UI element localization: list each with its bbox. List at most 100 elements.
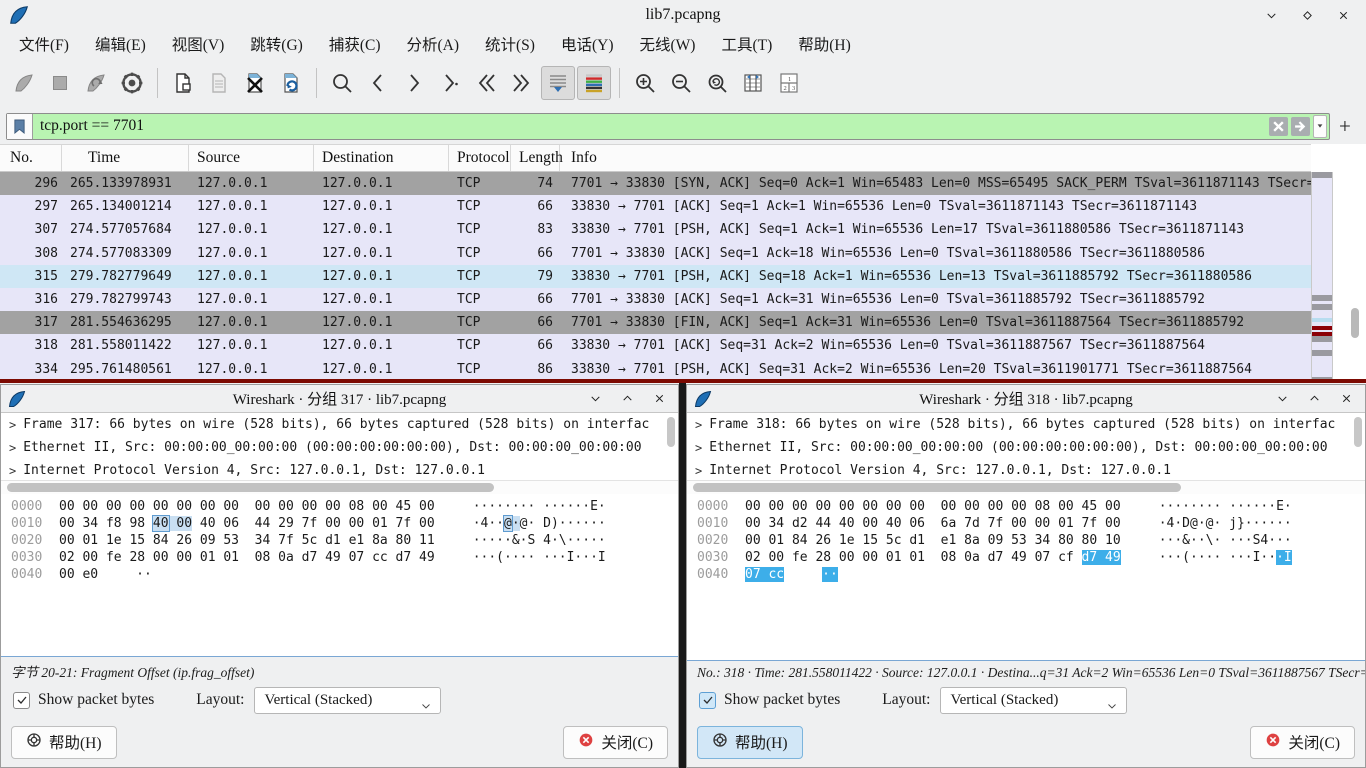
column-header-length[interactable]: Length [511,145,560,171]
tree-row[interactable]: >Frame 317: 66 bytes on wire (528 bits),… [1,413,678,436]
close-button[interactable] [1339,392,1353,406]
menu-item[interactable]: 文件(F) [6,30,82,58]
menu-item[interactable]: 工具(T) [708,30,785,58]
packet-list-header[interactable]: No.TimeSourceDestinationProtocolLengthIn… [0,144,1311,172]
capture-options-button[interactable] [115,66,149,100]
tree-horizontal-scrollbar[interactable] [687,481,1365,494]
menu-item[interactable]: 捕获(C) [316,30,394,58]
maximize-button[interactable] [1300,8,1314,22]
close-button[interactable] [1336,8,1350,22]
intelligent-scrollbar-minimap[interactable] [1311,172,1333,383]
close-button[interactable]: 关闭(C) [563,726,668,759]
expander-icon[interactable]: > [695,418,702,432]
column-header-source[interactable]: Source [189,145,314,171]
cell-protocol: TCP [449,195,511,218]
packet-bytes-pane[interactable]: 000000 00 00 00 00 00 00 00 00 00 00 00 … [1,494,678,656]
filter-clear-icon[interactable] [1269,117,1288,136]
filter-apply-icon[interactable] [1291,117,1310,136]
tree-scrollbar-thumb[interactable] [667,417,675,447]
colorize-toggle[interactable] [577,66,611,100]
resize-columns-button[interactable] [736,66,770,100]
column-header-time[interactable]: Time [62,145,189,171]
packet-row-308[interactable]: 308274.577083309127.0.0.1127.0.0.1TCP667… [0,242,1311,265]
hscrollbar-thumb[interactable] [7,483,494,492]
layout-button[interactable]: 123 [772,66,806,100]
minimize-button[interactable] [588,392,602,406]
last-packet-button[interactable] [505,66,539,100]
minimize-button[interactable] [1264,8,1278,22]
expander-icon[interactable]: > [9,418,16,432]
help-button[interactable]: 帮助(H) [697,726,803,759]
close-button[interactable] [652,392,666,406]
packet-row-317[interactable]: 317281.554636295127.0.0.1127.0.0.1TCP667… [0,311,1311,334]
menu-item[interactable]: 编辑(E) [82,30,159,58]
expander-icon[interactable]: > [9,464,16,478]
minimize-button[interactable] [1275,392,1289,406]
stop-capture-button[interactable] [43,66,77,100]
column-header-destination[interactable]: Destination [314,145,449,171]
previous-packet-button[interactable] [361,66,395,100]
menu-item[interactable]: 跳转(G) [237,30,316,58]
menu-item[interactable]: 分析(A) [393,30,472,58]
packet-bytes-pane[interactable]: 000000 00 00 00 00 00 00 00 00 00 00 00 … [687,494,1365,660]
menu-item[interactable]: 电话(Y) [548,30,627,58]
first-packet-button[interactable] [469,66,503,100]
menu-item[interactable]: 视图(V) [159,30,238,58]
tree-row[interactable]: >Internet Protocol Version 4, Src: 127.0… [1,459,678,481]
packet-row-316[interactable]: 316279.782799743127.0.0.1127.0.0.1TCP667… [0,288,1311,311]
packet-details-tree[interactable]: >Frame 317: 66 bytes on wire (528 bits),… [1,413,678,481]
tree-row[interactable]: >Internet Protocol Version 4, Src: 127.0… [687,459,1365,481]
maximize-button[interactable] [1307,392,1321,406]
save-file-button[interactable] [202,66,236,100]
goto-packet-button[interactable] [433,66,467,100]
zoom-reset-button[interactable] [700,66,734,100]
menu-item[interactable]: 帮助(H) [785,30,864,58]
maximize-button[interactable] [620,392,634,406]
packet-list[interactable]: 296265.133978931127.0.0.1127.0.0.1TCP747… [0,172,1311,381]
packet-row-297[interactable]: 297265.134001214127.0.0.1127.0.0.1TCP663… [0,195,1311,218]
autoscroll-toggle[interactable] [541,66,575,100]
zoom-out-button[interactable] [664,66,698,100]
expander-icon[interactable]: > [695,441,702,455]
filter-bookmark-icon[interactable] [7,114,33,139]
hscrollbar-thumb[interactable] [693,483,1181,492]
menu-item[interactable]: 统计(S) [472,30,548,58]
packet-row-315[interactable]: 315279.782779649127.0.0.1127.0.0.1TCP793… [0,265,1311,288]
layout-select[interactable]: Vertical (Stacked) [254,687,441,714]
filter-input[interactable]: tcp.port == 7701 [33,117,1269,135]
close-file-button[interactable] [238,66,272,100]
packet-317-window: Wireshark · 分组 317 · lib7.pcapng>Frame 3… [0,384,679,768]
display-filter-field[interactable]: tcp.port == 7701 [6,113,1330,140]
tree-row[interactable]: >Ethernet II, Src: 00:00:00_00:00:00 (00… [1,436,678,459]
packet-row-307[interactable]: 307274.577057684127.0.0.1127.0.0.1TCP833… [0,218,1311,241]
filter-history-dropdown-icon[interactable] [1313,115,1327,138]
show-packet-bytes-checkbox[interactable] [13,692,30,709]
packet-row-318[interactable]: 318281.558011422127.0.0.1127.0.0.1TCP663… [0,334,1311,357]
packet-row-296[interactable]: 296265.133978931127.0.0.1127.0.0.1TCP747… [0,172,1311,195]
vertical-scrollbar-thumb[interactable] [1351,308,1359,338]
menu-item[interactable]: 无线(W) [627,30,709,58]
expander-icon[interactable]: > [9,441,16,455]
zoom-in-button[interactable] [628,66,662,100]
expander-icon[interactable]: > [695,464,702,478]
add-filter-button[interactable]: + [1339,114,1351,139]
column-header-info[interactable]: Info [560,145,1311,171]
tree-scrollbar-thumb[interactable] [1354,417,1362,447]
reload-file-button[interactable] [274,66,308,100]
column-header-protocol[interactable]: Protocol [449,145,511,171]
layout-select[interactable]: Vertical (Stacked) [940,687,1127,714]
tree-horizontal-scrollbar[interactable] [1,481,678,494]
next-packet-button[interactable] [397,66,431,100]
tree-row[interactable]: >Frame 318: 66 bytes on wire (528 bits),… [687,413,1365,436]
open-file-button[interactable] [166,66,200,100]
close-button[interactable]: 关闭(C) [1250,726,1355,759]
column-header-no[interactable]: No. [0,145,62,171]
packet-details-tree[interactable]: >Frame 318: 66 bytes on wire (528 bits),… [687,413,1365,481]
help-button[interactable]: 帮助(H) [11,726,117,759]
packet-row-334[interactable]: 334295.761480561127.0.0.1127.0.0.1TCP863… [0,358,1311,381]
start-capture-button[interactable] [7,66,41,100]
restart-capture-button[interactable] [79,66,113,100]
tree-row[interactable]: >Ethernet II, Src: 00:00:00_00:00:00 (00… [687,436,1365,459]
show-packet-bytes-checkbox[interactable] [699,692,716,709]
find-packet-button[interactable] [325,66,359,100]
